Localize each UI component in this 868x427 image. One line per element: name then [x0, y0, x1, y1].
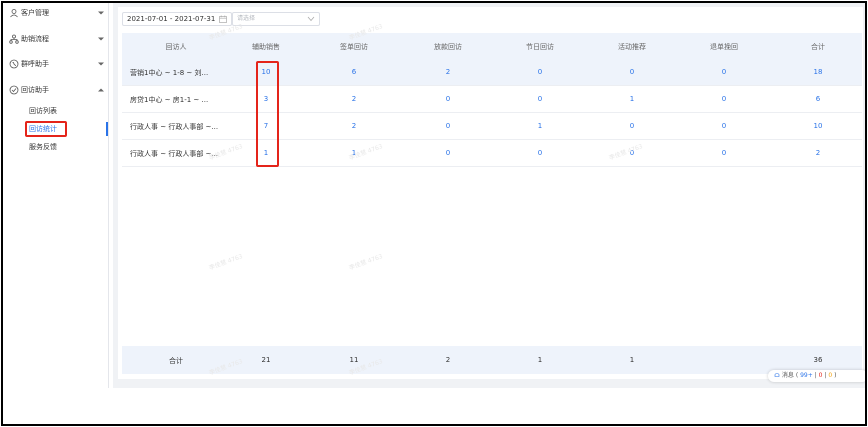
visitor-cell: 行政人事 ~ 行政人事部 ~...	[130, 123, 219, 131]
count-cell[interactable]: 0	[704, 149, 744, 157]
content-panel: 2021-07-01 - 2021-07-31 请选择 回访人 辅助销售 签单回…	[118, 7, 865, 382]
count-cell[interactable]: 0	[428, 95, 468, 103]
column-header: 辅助销售	[252, 43, 280, 51]
sidebar-group-visit[interactable]: 回访助手	[3, 84, 109, 96]
customer-icon	[10, 9, 18, 18]
count-cell[interactable]: 2	[334, 122, 374, 130]
count-cell[interactable]: 1	[612, 95, 652, 103]
date-range-picker[interactable]: 2021-07-01 - 2021-07-31	[122, 12, 232, 26]
count-cell[interactable]: 0	[704, 122, 744, 130]
sidebar-item-service-feedback[interactable]: 服务反馈	[29, 142, 57, 152]
count-cell[interactable]: 0	[428, 149, 468, 157]
chevron-down-icon	[307, 16, 315, 22]
watermark: 李佳慧 4763	[208, 253, 244, 272]
column-header: 退单挽回	[710, 43, 738, 51]
sidebar-group-label: 助销流程	[21, 35, 49, 43]
visitor-cell: 营销1中心 ~ 1-8 ~ 刘...	[130, 69, 209, 77]
total-cell[interactable]: 18	[798, 68, 838, 76]
count-cell[interactable]: 0	[704, 68, 744, 76]
main-area: 2021-07-01 - 2021-07-31 请选择 回访人 辅助销售 签单回…	[113, 3, 865, 388]
table-row[interactable]: 营销1中心 ~ 1-8 ~ 刘... 10 6 2 0 0 0 18	[122, 59, 862, 86]
footer-total: 1	[537, 356, 543, 364]
date-range-value: 2021-07-01 - 2021-07-31	[127, 15, 216, 23]
sidebar-group-label: 回访助手	[21, 86, 49, 94]
footer-total: 36	[813, 356, 823, 364]
table-row[interactable]: 房贷1中心 ~ 房1-1 ~ ... 3 2 0 0 1 0 6	[122, 86, 862, 113]
message-count-primary: 99+	[800, 372, 813, 379]
active-indicator	[106, 122, 108, 136]
message-count-alert: 0	[818, 372, 823, 379]
count-cell[interactable]: 0	[704, 95, 744, 103]
message-count-warning: 0	[828, 372, 833, 379]
column-header: 活动推荐	[618, 43, 646, 51]
chevron-down-icon	[98, 11, 104, 15]
message-label: 消息	[781, 372, 794, 379]
message-indicator[interactable]: 消息 ( 99+ | 0 | 0 )	[768, 370, 865, 382]
footer-total: 21	[261, 356, 271, 364]
column-header: 回访人	[165, 43, 187, 51]
table-row[interactable]: 行政人事 ~ 行政人事部 ~... 7 2 0 1 0 0 10	[122, 113, 862, 140]
count-cell[interactable]: 0	[520, 95, 560, 103]
column-header: 放款回访	[434, 43, 462, 51]
count-cell[interactable]: 2	[428, 68, 468, 76]
footer-total: 2	[445, 356, 451, 364]
calendar-icon	[219, 15, 227, 23]
count-cell[interactable]: 6	[334, 68, 374, 76]
count-cell[interactable]: 0	[612, 122, 652, 130]
total-cell[interactable]: 6	[798, 95, 838, 103]
chevron-up-icon	[98, 88, 104, 92]
count-cell[interactable]: 0	[428, 122, 468, 130]
count-cell[interactable]: 0	[520, 149, 560, 157]
footer-total: 1	[629, 356, 635, 364]
total-cell[interactable]: 10	[798, 122, 838, 130]
column-header: 节日回访	[526, 43, 554, 51]
chevron-down-icon	[98, 62, 104, 66]
visitor-cell: 房贷1中心 ~ 房1-1 ~ ...	[130, 96, 209, 104]
sidebar-group-customer[interactable]: 客户管理	[3, 7, 109, 19]
watermark: 李佳慧 4763	[348, 253, 384, 272]
filter-select[interactable]: 请选择	[232, 12, 320, 26]
sidebar-group-label: 客户管理	[21, 9, 49, 17]
column-header: 签单回访	[340, 43, 368, 51]
total-cell[interactable]: 2	[798, 149, 838, 157]
highlight-box	[25, 121, 67, 137]
sidebar-group-flow[interactable]: 助销流程	[3, 33, 109, 45]
sidebar-group-label: 群呼助手	[21, 60, 49, 68]
count-cell[interactable]: 0	[612, 68, 652, 76]
message-icon	[774, 372, 780, 377]
app-frame: 客户管理 助销流程 群呼助手 回访助手 回访列表 回访统计 服务反馈 2021-…	[1, 1, 867, 426]
highlight-box	[256, 61, 279, 167]
flow-icon	[9, 34, 19, 44]
table-header: 回访人 辅助销售 签单回访 放款回访 节日回访 活动推荐 退单挽回 合计	[122, 33, 862, 59]
count-cell[interactable]: 2	[334, 95, 374, 103]
sidebar-group-call[interactable]: 群呼助手	[3, 58, 109, 70]
sidebar-item-visit-list[interactable]: 回访列表	[29, 106, 57, 116]
count-cell[interactable]: 0	[520, 68, 560, 76]
sidebar: 客户管理 助销流程 群呼助手 回访助手 回访列表 回访统计 服务反馈	[3, 3, 109, 388]
chevron-down-icon	[98, 37, 104, 41]
column-header: 合计	[811, 43, 825, 51]
call-icon	[9, 59, 19, 69]
footer-label: 合计	[169, 357, 183, 365]
count-cell[interactable]: 1	[520, 122, 560, 130]
visit-icon	[9, 85, 19, 95]
